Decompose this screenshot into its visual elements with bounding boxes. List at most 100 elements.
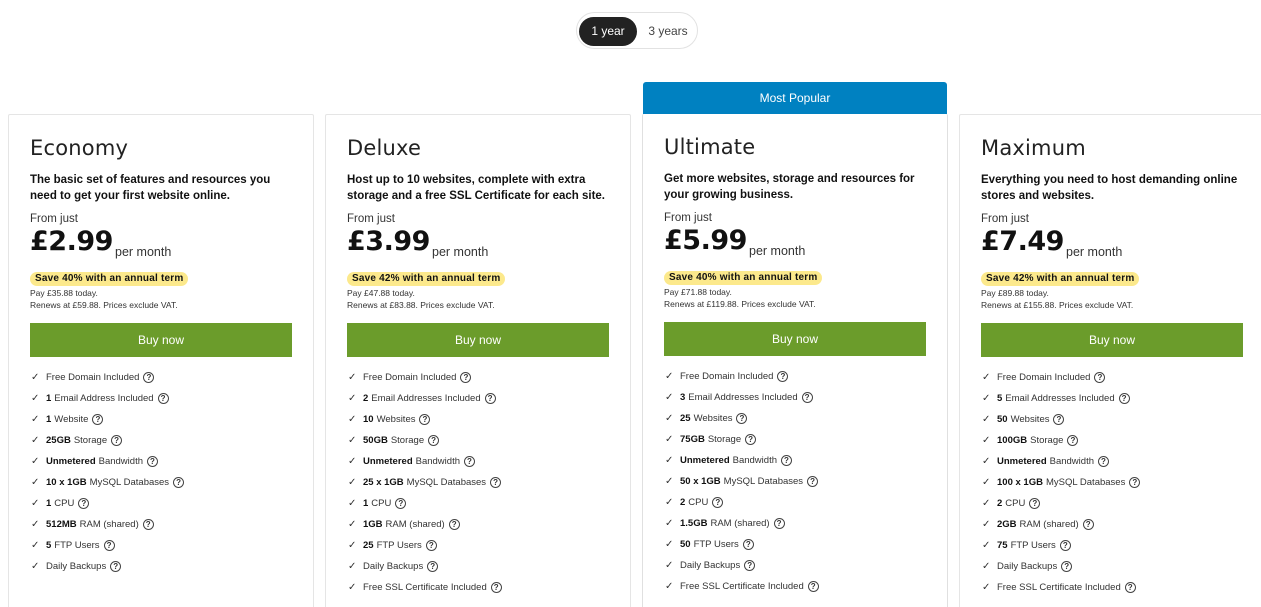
- question-circle-icon[interactable]: ?: [490, 477, 502, 488]
- question-circle-icon[interactable]: ?: [1094, 372, 1106, 383]
- feature-value: 25 x 1GB: [363, 477, 404, 488]
- from-just-label: From just: [664, 212, 712, 224]
- question-circle-icon[interactable]: ?: [1118, 393, 1130, 404]
- question-circle-icon[interactable]: ?: [428, 435, 440, 446]
- check-icon: ✓: [982, 414, 991, 425]
- per-month-label: per month: [432, 245, 489, 259]
- question-circle-icon[interactable]: ?: [1082, 519, 1094, 530]
- question-circle-icon[interactable]: ?: [1129, 477, 1141, 488]
- question-circle-icon[interactable]: ?: [143, 372, 155, 383]
- question-circle-icon[interactable]: ?: [745, 434, 757, 445]
- question-circle-icon[interactable]: ?: [173, 477, 185, 488]
- question-circle-icon[interactable]: ?: [742, 539, 754, 550]
- feature-item: ✓ Unmetered Bandwidth?: [31, 451, 184, 472]
- check-icon: ✓: [31, 372, 40, 383]
- plan-description: The basic set of features and resources …: [30, 174, 271, 202]
- plan-description: Get more websites, storage and resources…: [664, 173, 915, 201]
- feature-label: FTP Users: [1010, 540, 1056, 551]
- feature-item: ✓ 3 Email Addresses Included?: [665, 387, 819, 408]
- feature-item: ✓ 50 Websites?: [982, 409, 1140, 430]
- feature-item: ✓ 100GB Storage?: [982, 430, 1140, 451]
- question-circle-icon[interactable]: ?: [484, 393, 496, 404]
- question-circle-icon[interactable]: ?: [773, 518, 785, 529]
- feature-item: ✓ Unmetered Bandwidth?: [665, 450, 819, 471]
- question-circle-icon[interactable]: ?: [744, 560, 756, 571]
- pay-today-text: Pay £47.88 today.: [347, 288, 415, 298]
- question-circle-icon[interactable]: ?: [395, 498, 407, 509]
- buy-now-button[interactable]: Buy now: [981, 323, 1243, 357]
- save-badge: Save 42% with an annual term: [347, 272, 506, 286]
- feature-value: 2: [363, 393, 369, 404]
- feature-list: ✓ Free Domain Included? ✓ 2 Email Addresses …: [348, 367, 502, 598]
- pay-today-text: Pay £89.88 today.: [981, 288, 1049, 298]
- feature-item: ✓ 25GB Storage?: [31, 430, 184, 451]
- feature-label: MySQL Databases: [89, 477, 170, 488]
- question-circle-icon[interactable]: ?: [142, 519, 154, 530]
- feature-item: ✓ 75 FTP Users?: [982, 535, 1140, 556]
- question-circle-icon[interactable]: ?: [78, 498, 90, 509]
- feature-item: ✓ 5 Email Addresses Included?: [982, 388, 1140, 409]
- feature-item: ✓ 512MB RAM (shared)?: [31, 514, 184, 535]
- term-option-1-year[interactable]: 1 year: [579, 17, 637, 46]
- save-badge: Save 42% with an annual term: [981, 272, 1140, 286]
- feature-label: CPU: [54, 498, 75, 509]
- question-circle-icon[interactable]: ?: [807, 581, 819, 592]
- check-icon: ✓: [348, 498, 357, 509]
- feature-label: CPU: [1005, 498, 1026, 509]
- feature-item: ✓ 1.5GB RAM (shared)?: [665, 513, 819, 534]
- feature-item: ✓ 25 Websites?: [665, 408, 819, 429]
- feature-label: RAM (shared): [385, 519, 445, 530]
- buy-now-button[interactable]: Buy now: [664, 322, 926, 356]
- question-circle-icon[interactable]: ?: [92, 414, 104, 425]
- feature-value: 25: [680, 413, 691, 424]
- feature-value: 100GB: [997, 435, 1028, 446]
- question-circle-icon[interactable]: ?: [111, 435, 123, 446]
- feature-item: ✓ Daily Backups?: [665, 555, 819, 576]
- feature-label: Daily Backups: [997, 561, 1058, 572]
- feature-value: 75GB: [680, 434, 705, 445]
- question-circle-icon[interactable]: ?: [147, 456, 158, 467]
- question-circle-icon[interactable]: ?: [103, 540, 115, 551]
- plan-card-deluxe: Deluxe Host up to 10 websites, complete w…: [325, 114, 631, 607]
- feature-label: Websites: [1010, 414, 1050, 425]
- question-circle-icon[interactable]: ?: [1059, 540, 1071, 551]
- feature-item: ✓ 50 FTP Users?: [665, 534, 819, 555]
- question-circle-icon[interactable]: ?: [801, 392, 813, 403]
- question-circle-icon[interactable]: ?: [425, 540, 437, 551]
- question-circle-icon[interactable]: ?: [427, 561, 439, 572]
- feature-label: RAM (shared): [710, 518, 770, 529]
- question-circle-icon[interactable]: ?: [781, 455, 792, 466]
- question-circle-icon[interactable]: ?: [157, 393, 169, 404]
- buy-now-button[interactable]: Buy now: [30, 323, 292, 357]
- question-circle-icon[interactable]: ?: [460, 372, 472, 383]
- question-circle-icon[interactable]: ?: [1061, 561, 1073, 572]
- feature-item: ✓ 10 x 1GB MySQL Databases?: [31, 472, 185, 493]
- question-circle-icon[interactable]: ?: [1029, 498, 1041, 509]
- question-circle-icon[interactable]: ?: [464, 456, 475, 467]
- question-circle-icon[interactable]: ?: [807, 476, 819, 487]
- question-circle-icon[interactable]: ?: [777, 371, 789, 382]
- question-circle-icon[interactable]: ?: [736, 413, 748, 424]
- feature-value: 1: [46, 498, 52, 509]
- question-circle-icon[interactable]: ?: [1124, 582, 1136, 593]
- question-circle-icon[interactable]: ?: [1067, 435, 1079, 446]
- plan-card-economy: Economy The basic set of features and res…: [8, 114, 314, 607]
- question-circle-icon[interactable]: ?: [712, 497, 724, 508]
- per-month-label: per month: [749, 244, 806, 258]
- feature-label: Email Addresses Included: [1005, 393, 1115, 404]
- term-option-3-years[interactable]: 3 years: [641, 17, 695, 46]
- question-circle-icon[interactable]: ?: [448, 519, 460, 530]
- question-circle-icon[interactable]: ?: [1053, 414, 1065, 425]
- question-circle-icon[interactable]: ?: [1098, 456, 1109, 467]
- check-icon: ✓: [348, 414, 357, 425]
- renews-text: Renews at £119.88. Prices exclude VAT.: [664, 299, 816, 309]
- feature-item: ✓ Unmetered Bandwidth?: [348, 451, 502, 472]
- buy-now-button[interactable]: Buy now: [347, 323, 609, 357]
- feature-value: 50: [997, 414, 1008, 425]
- feature-label: Free Domain Included: [363, 372, 457, 383]
- question-circle-icon[interactable]: ?: [490, 582, 502, 593]
- question-circle-icon[interactable]: ?: [419, 414, 431, 425]
- feature-label: Email Addresses Included: [371, 393, 481, 404]
- question-circle-icon[interactable]: ?: [110, 561, 122, 572]
- feature-value: 2GB: [997, 519, 1017, 530]
